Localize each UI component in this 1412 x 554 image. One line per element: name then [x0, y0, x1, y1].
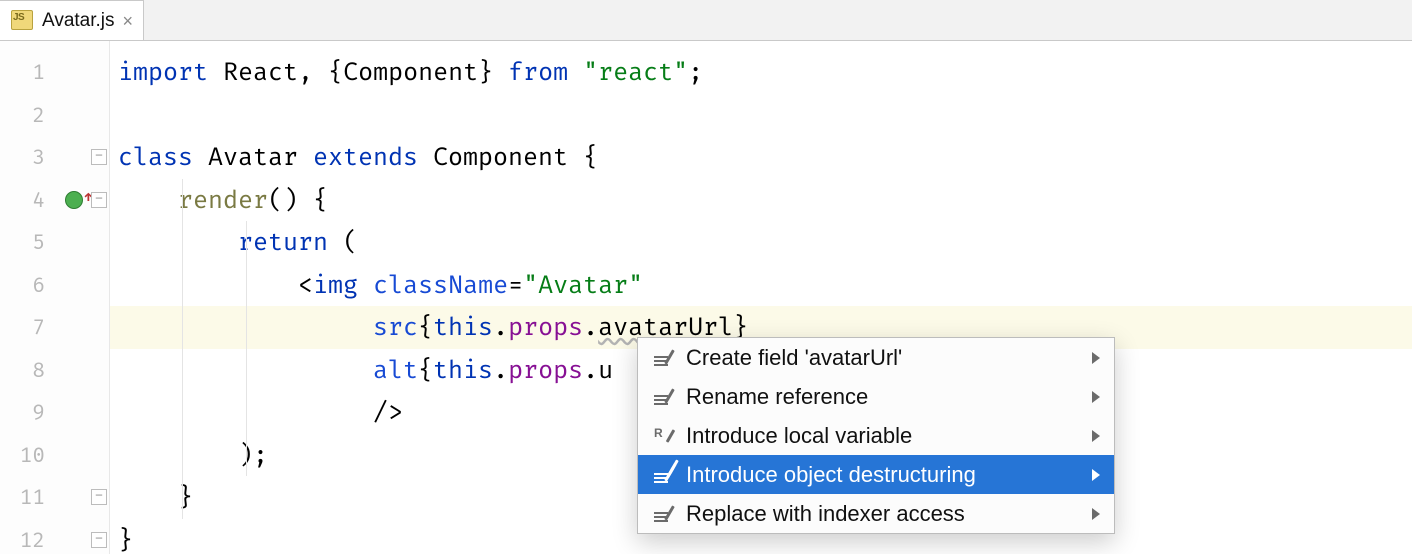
line-number: 4	[0, 179, 109, 222]
line-number: 6	[0, 264, 109, 307]
intention-icon	[652, 347, 674, 369]
menu-item-label: Introduce local variable	[686, 423, 1080, 449]
menu-item-label: Introduce object destructuring	[686, 462, 1080, 488]
code-line[interactable]: import React, {Component} from "react";	[110, 51, 1412, 94]
fold-icon[interactable]	[91, 489, 107, 505]
menu-item-rename-reference[interactable]: Rename reference	[638, 377, 1114, 416]
menu-item-introduce-local-variable[interactable]: Introduce local variable	[638, 416, 1114, 455]
fold-icon[interactable]	[91, 532, 107, 548]
line-number: 11	[0, 476, 109, 519]
tab-avatar-js[interactable]: Avatar.js ×	[0, 0, 144, 40]
line-number: 8	[0, 349, 109, 392]
menu-item-create-field[interactable]: Create field 'avatarUrl'	[638, 338, 1114, 377]
editor-area: 1 2 3 4 5 6 7 8 9 10 11 12 import React,…	[0, 41, 1412, 554]
gutter: 1 2 3 4 5 6 7 8 9 10 11 12	[0, 41, 110, 554]
line-number: 2	[0, 94, 109, 137]
fold-icon[interactable]	[91, 192, 107, 208]
tab-filename: Avatar.js	[42, 10, 115, 32]
code-line[interactable]: return (	[110, 221, 1412, 264]
code-line[interactable]: <img className="Avatar"	[110, 264, 1412, 307]
menu-item-replace-with-indexer[interactable]: Replace with indexer access	[638, 494, 1114, 533]
submenu-arrow-icon	[1092, 391, 1100, 403]
menu-item-label: Replace with indexer access	[686, 501, 1080, 527]
tab-bar: Avatar.js ×	[0, 0, 1412, 41]
line-number: 9	[0, 391, 109, 434]
refactor-icon	[652, 425, 674, 447]
line-number: 7	[0, 306, 109, 349]
line-number: 3	[0, 136, 109, 179]
code-line[interactable]	[110, 94, 1412, 137]
submenu-arrow-icon	[1092, 430, 1100, 442]
menu-item-label: Create field 'avatarUrl'	[686, 345, 1080, 371]
js-file-icon	[8, 10, 34, 32]
code-line[interactable]: class Avatar extends Component {	[110, 136, 1412, 179]
intention-icon	[652, 503, 674, 525]
intention-icon	[652, 464, 674, 486]
line-number: 1	[0, 51, 109, 94]
submenu-arrow-icon	[1092, 508, 1100, 520]
fold-icon[interactable]	[91, 149, 107, 165]
menu-item-label: Rename reference	[686, 384, 1080, 410]
line-number: 10	[0, 434, 109, 477]
code-line[interactable]: render() {	[110, 179, 1412, 222]
override-gutter-icon[interactable]	[65, 191, 83, 209]
tab-close-icon[interactable]: ×	[123, 12, 134, 30]
submenu-arrow-icon	[1092, 469, 1100, 481]
line-number: 12	[0, 519, 109, 554]
line-number: 5	[0, 221, 109, 264]
intention-icon	[652, 386, 674, 408]
submenu-arrow-icon	[1092, 352, 1100, 364]
intention-actions-menu: Create field 'avatarUrl' Rename referenc…	[637, 337, 1115, 534]
menu-item-introduce-object-destructuring[interactable]: Introduce object destructuring	[638, 455, 1114, 494]
